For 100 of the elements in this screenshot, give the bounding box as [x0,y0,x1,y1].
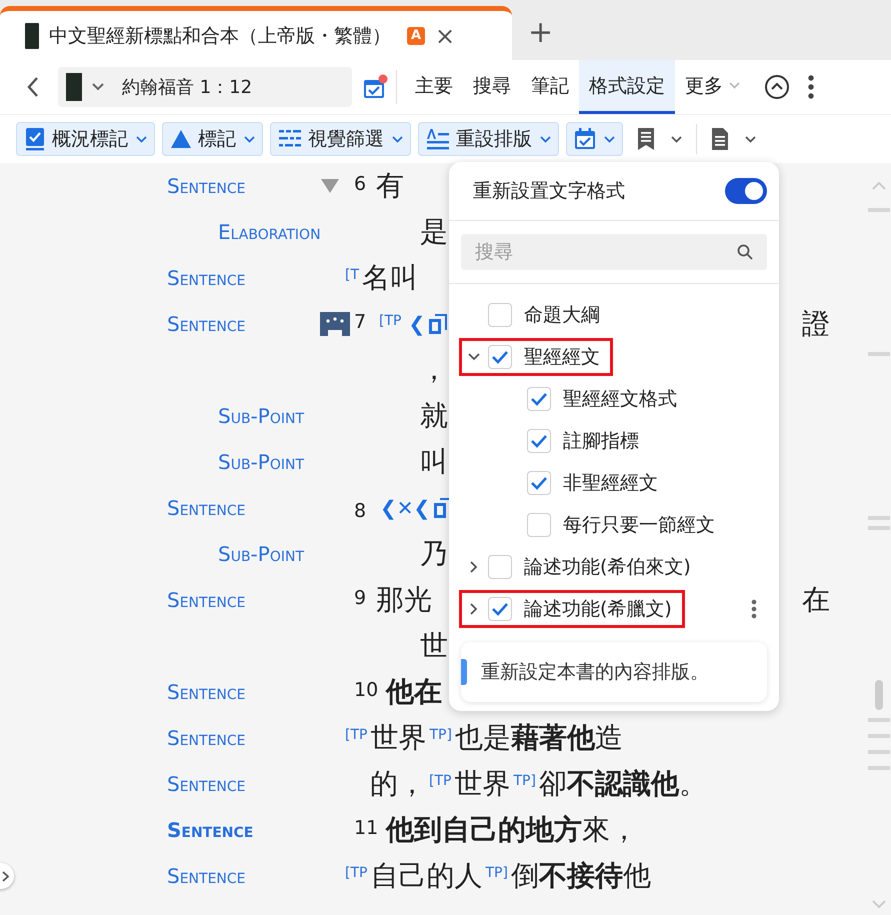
verse-text: 是 [420,214,448,250]
caret-icon [244,136,255,142]
option-label: 論述功能(希臘文) [524,597,672,622]
option-label: 聖經經文 [524,345,600,370]
verse-number: 10 [354,679,378,701]
checkbox[interactable] [488,345,512,369]
caret-icon [745,136,756,142]
structure-label[interactable]: Sentence [167,818,254,842]
toolbar-dropdown[interactable] [566,122,623,156]
new-tab-button[interactable]: + [528,18,554,48]
structure-label[interactable]: Sub-Point [218,542,304,566]
verse-text: 就 [420,398,448,434]
tag-marker[interactable]: [TP [345,865,368,881]
marker-glyph[interactable]: ❮ [408,312,426,336]
chevron-down-icon[interactable] [468,353,480,361]
verse-number: 7 [354,311,368,333]
toolbar-button[interactable]: 標記 [162,122,263,156]
checkbox[interactable] [488,303,512,327]
verse-text: 世 [420,628,448,664]
caret-icon [92,83,104,91]
controller-icon[interactable] [320,312,350,336]
search-icon[interactable] [737,244,753,260]
book-icon [66,73,82,101]
toolbar-button[interactable]: 重設排版 [418,122,559,156]
caret-icon [136,136,147,142]
verse-text: 他到自己的地方來， [386,812,638,848]
note-text: 重新設定本書的內容排版。 [481,660,709,685]
checkbox[interactable] [527,429,551,453]
verse-text: 也是藉著他造 [454,720,623,756]
structure-label[interactable]: Sentence [167,496,246,520]
verse-text: 自己的人 [370,858,482,894]
more-options-icon[interactable] [751,599,757,619]
chevron-right-icon[interactable] [470,561,478,573]
structure-label[interactable]: Sentence [167,726,246,750]
structure-label[interactable]: Sentence [167,174,246,198]
option-label: 註腳指標 [563,429,639,454]
nav-tab[interactable]: 格式設定 [579,60,675,114]
square-bracket-icon[interactable] [427,312,450,336]
verse-number: 9 [354,587,368,609]
checkbox[interactable] [488,597,512,621]
tag-marker[interactable]: [TP [379,313,402,329]
structure-label[interactable]: Sentence [167,588,246,612]
reference-selector[interactable]: 約翰福音 1：12 [58,67,352,107]
toggle-switch[interactable] [725,178,767,204]
checkbox[interactable] [488,555,512,579]
option-label: 命題大綱 [524,303,600,328]
back-icon[interactable] [26,76,40,98]
check-icon [491,350,509,364]
structure-label[interactable]: Sentence [167,680,246,704]
tag-marker[interactable]: TP] [485,865,508,881]
nav-tab[interactable]: 更多 [675,60,750,114]
structure-label[interactable]: Sub-Point [218,450,304,474]
app-badge: A [407,26,425,44]
tab-title[interactable]: 中文聖經新標點和合本（上帝版・繁體） [49,22,391,48]
structure-label[interactable]: Elaboration [218,220,321,244]
structure-label[interactable]: Sentence [167,312,246,336]
toolbar-button[interactable]: 概況標記 [16,122,155,156]
marker-glyph[interactable]: ❮✕❮ [380,496,430,520]
triangle-icon [170,129,192,149]
nav-tab[interactable]: 筆記 [521,60,579,114]
triangle-icon[interactable] [320,178,340,194]
structure-label[interactable]: Sentence [167,266,246,290]
checkbox[interactable] [527,387,551,411]
nav-tab[interactable]: 搜尋 [463,60,521,114]
verse-number: 6 [354,173,368,195]
tag-marker[interactable]: TP] [513,773,536,789]
toolbar-button[interactable]: 視覺篩選 [270,122,411,156]
check-icon [491,602,509,616]
structure-label[interactable]: Sentence [167,864,246,888]
checklist-icon [24,127,46,151]
verse-text: 世界 [370,720,426,756]
structure-label[interactable]: Sub-Point [218,404,304,428]
check-icon [530,476,548,490]
accent-bar [461,659,467,685]
scroll-thumb[interactable] [874,680,882,710]
verse-text: 那光 [376,582,432,618]
caret-icon [671,136,682,142]
checkbox[interactable] [527,513,551,537]
check-icon [530,434,548,448]
tag-marker[interactable]: TP] [429,727,452,743]
calendar-icon[interactable] [362,74,388,100]
close-tab-button[interactable]: × [435,24,456,48]
checkbox[interactable] [527,471,551,495]
verse-number: 11 [354,817,378,839]
tag-marker[interactable]: [T [345,267,360,283]
caret-icon [604,136,615,142]
chevron-right-icon [2,870,9,882]
chevron-right-icon[interactable] [470,603,478,615]
option-label: 論述功能(希伯來文) [524,555,691,580]
tag-marker[interactable]: [TP [345,727,368,743]
tag-marker[interactable]: [TP [429,773,452,789]
text-format-icon [426,128,450,150]
reference-text: 約翰福音 1：12 [122,76,252,99]
caret-icon [392,136,403,142]
nav-tab[interactable]: 主要 [405,60,463,114]
check-icon [530,392,548,406]
more-options-icon[interactable] [808,75,814,99]
structure-label[interactable]: Sentence [167,772,246,796]
collapse-icon[interactable] [764,74,790,100]
verse-text: 叫 [420,444,448,480]
